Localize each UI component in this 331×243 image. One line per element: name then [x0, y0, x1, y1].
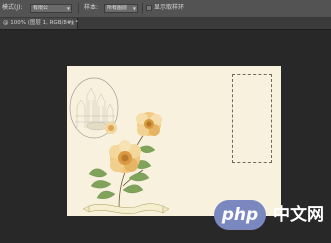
sample-label: 样本: [84, 4, 99, 11]
toolbar-separator [142, 3, 143, 14]
show-sampling-ring-checkbox[interactable] [146, 5, 152, 11]
sample-dropdown-value: 所有图层 [107, 5, 128, 11]
sample-dropdown[interactable]: 所有图层 ▼ [104, 4, 138, 13]
watermark-badge: php [214, 200, 266, 230]
stamp-selection-box [232, 74, 272, 163]
close-icon[interactable]: × [70, 19, 75, 28]
chevron-down-icon: ▼ [132, 6, 136, 11]
size-dropdown[interactable]: 有限公 ▼ [30, 4, 72, 13]
watermark-text: 中文网 [273, 205, 324, 225]
toolbar-separator [78, 3, 79, 14]
show-sampling-ring-label: 显示取样环 [154, 4, 185, 11]
watermark-logo: php 中文网 [213, 199, 331, 231]
document-tab-bar: @ 100% (图层 1, RGB/8#) * × [0, 18, 331, 30]
document-tab-title: @ 100% (图层 1, RGB/8#) * [3, 20, 79, 26]
postcard-image [67, 66, 281, 216]
size-dropdown-value: 有限公 [33, 5, 49, 11]
options-bar: 模式(J): 有限公 ▼ 样本: 所有图层 ▼ 显示取样环 [0, 0, 331, 18]
chevron-down-icon: ▼ [66, 6, 70, 11]
document-tab[interactable]: @ 100% (图层 1, RGB/8#) * × [0, 18, 78, 29]
size-label: 模式(J): [2, 4, 23, 11]
